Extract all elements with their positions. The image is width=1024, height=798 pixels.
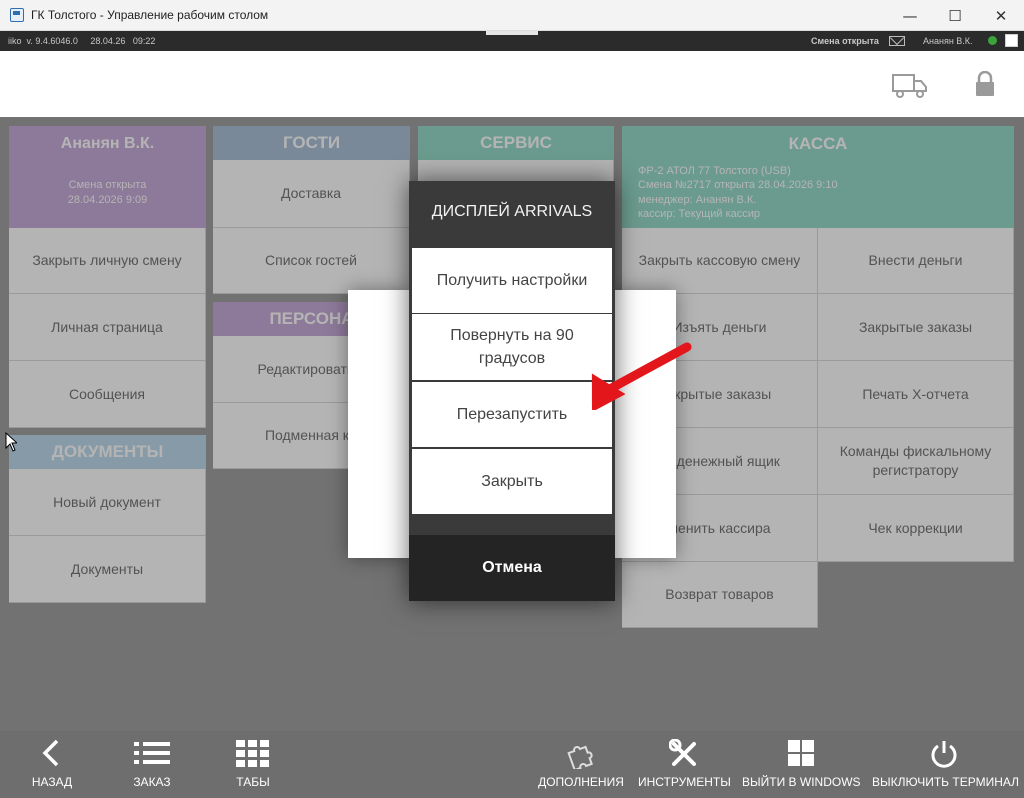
right-backdrop-panel <box>614 290 676 558</box>
power-icon <box>931 741 957 768</box>
left-backdrop-panel <box>348 290 410 558</box>
cancel-button[interactable]: Отмена <box>409 535 615 601</box>
order-button[interactable]: ЗАКАЗ <box>122 731 182 798</box>
addons-button[interactable]: ДОПОЛНЕНИЯ <box>536 731 626 798</box>
windows-icon <box>788 740 814 766</box>
grid-icon <box>236 740 269 767</box>
status-bar: iiko v. 9.4.6046.0 28.04.26 09:22 Смена … <box>0 31 1024 51</box>
lock-icon[interactable] <box>974 71 996 97</box>
mouse-cursor-icon <box>5 432 17 452</box>
mail-icon[interactable] <box>889 36 905 46</box>
window-title: ГК Толстого - Управление рабочим столом <box>31 8 269 22</box>
top-toolbar <box>0 51 1024 117</box>
get-settings-button[interactable]: Получить настройки <box>412 248 612 313</box>
connection-status-icon <box>988 36 997 45</box>
tools-icon <box>669 739 696 766</box>
fullscreen-icon[interactable] <box>1005 34 1018 47</box>
close-dialog-button[interactable]: Закрыть <box>412 449 612 514</box>
delivery-truck-icon[interactable] <box>892 73 928 99</box>
app-icon <box>10 8 24 22</box>
maximize-button[interactable]: ☐ <box>932 0 978 31</box>
tools-button[interactable]: ИНСТРУМЕНТЫ <box>638 731 731 798</box>
shutdown-terminal-button[interactable]: ВЫКЛЮЧИТЬ ТЕРМИНАЛ <box>872 731 1019 798</box>
close-button[interactable]: ✕ <box>978 0 1024 31</box>
dialog-title: ДИСПЛЕЙ ARRIVALS <box>431 203 593 220</box>
back-button[interactable]: НАЗАД <box>22 731 82 798</box>
drag-handle[interactable] <box>486 31 538 35</box>
current-user-label: Ананян В.К. <box>923 36 973 46</box>
list-icon <box>134 742 170 764</box>
version-label: iiko v. 9.4.6046.0 28.04.26 09:22 <box>8 36 156 46</box>
chevron-left-icon <box>42 739 59 767</box>
tabs-button[interactable]: ТАБЫ <box>223 731 283 798</box>
bottom-bar: НАЗАД ЗАКАЗ ТАБЫ ДОПОЛНЕНИЯ ИНСТРУМЕНТЫ <box>0 731 1024 798</box>
shift-status-label: Смена открыта <box>811 36 879 46</box>
minimize-button[interactable]: — <box>887 0 933 31</box>
red-arrow-icon <box>591 342 692 410</box>
puzzle-icon <box>567 745 593 769</box>
window-titlebar: ГК Толстого - Управление рабочим столом … <box>0 0 1024 31</box>
exit-windows-button[interactable]: ВЫЙТИ В WINDOWS <box>742 731 861 798</box>
